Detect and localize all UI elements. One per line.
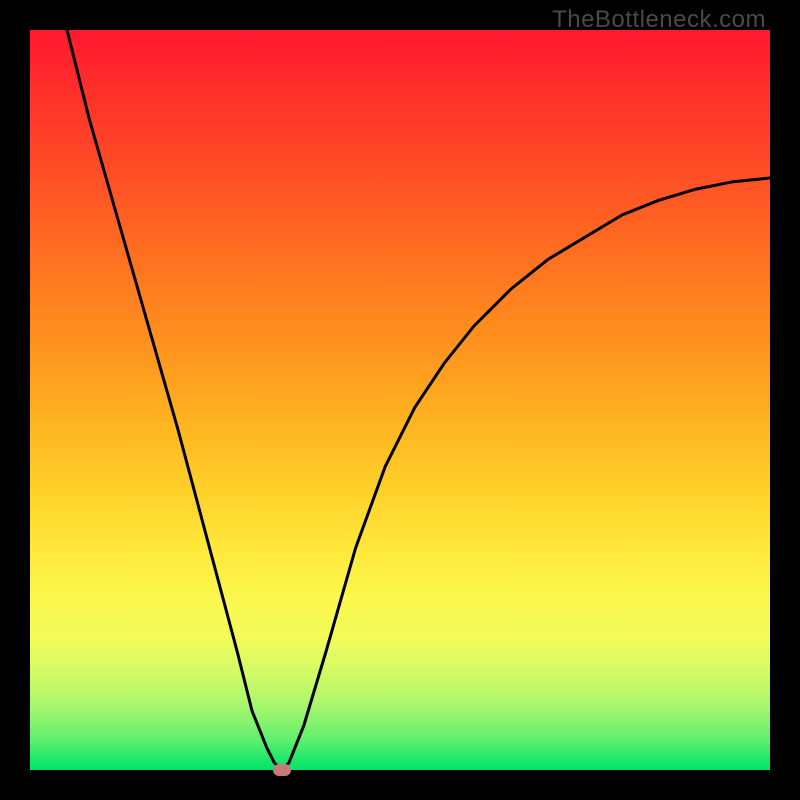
optimal-point-marker (273, 764, 291, 776)
chart-frame (30, 30, 770, 770)
watermark-text: TheBottleneck.com (552, 6, 766, 34)
bottleneck-curve (30, 30, 770, 770)
